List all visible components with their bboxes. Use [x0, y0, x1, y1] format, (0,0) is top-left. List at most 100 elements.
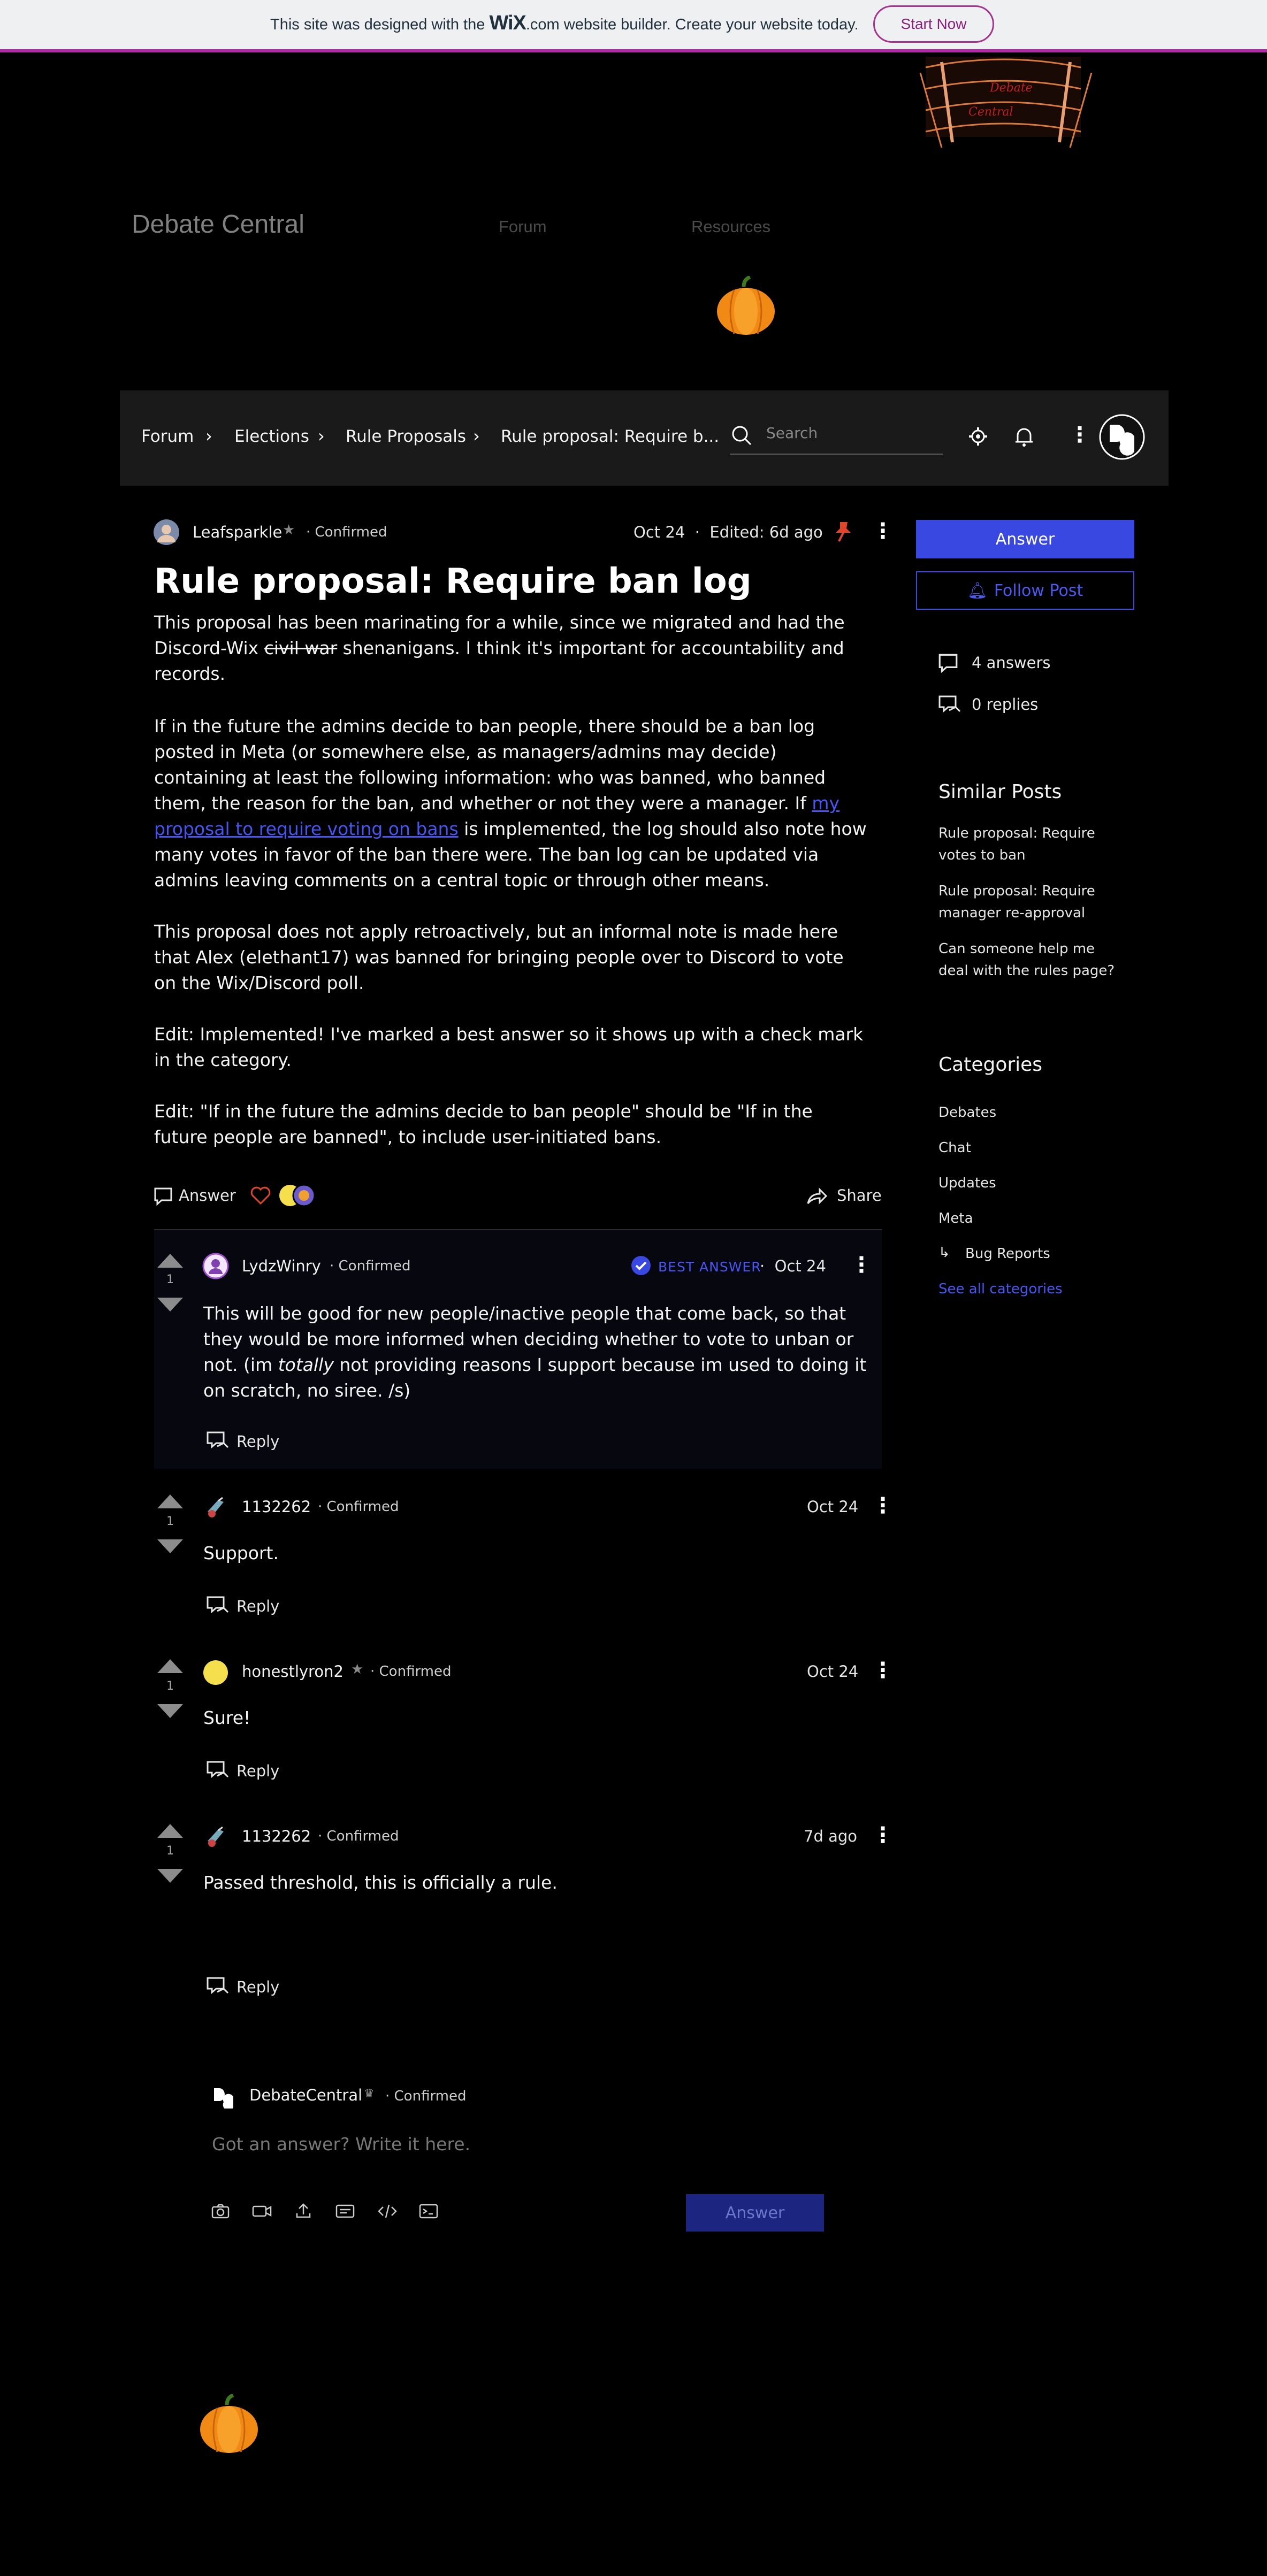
terminal-icon[interactable]	[418, 2203, 439, 2220]
upvote-button[interactable]	[157, 1494, 183, 1508]
downvote-button[interactable]	[157, 1539, 183, 1553]
bell-icon: 🔔︎	[967, 581, 988, 600]
answer-text: Passed threshold, this is officially a r…	[203, 1872, 558, 1893]
avatar[interactable]	[202, 1494, 229, 1521]
answer-author[interactable]: honestlyron2	[242, 1662, 344, 1681]
camera-icon[interactable]	[211, 2203, 230, 2220]
avatar[interactable]	[202, 1824, 229, 1851]
breadcrumb-forum[interactable]: Forum	[141, 427, 194, 446]
answer-date: Oct 24	[807, 1662, 859, 1681]
answer-more-icon[interactable]: ⋮	[872, 1493, 894, 1518]
share-icon[interactable]	[806, 1185, 827, 1206]
gif-icon[interactable]	[335, 2203, 355, 2220]
similar-post-link[interactable]: Can someone help me deal with the rules …	[938, 938, 1115, 982]
post-author[interactable]: Leafsparkle	[193, 523, 282, 541]
answer-author[interactable]: 1132262	[242, 1827, 311, 1845]
category-chat[interactable]: Chat	[938, 1137, 971, 1159]
svg-text:Central: Central	[968, 105, 1013, 119]
downvote-button[interactable]	[157, 1869, 183, 1883]
category-updates[interactable]: Updates	[938, 1172, 996, 1194]
reply-button[interactable]: Reply	[236, 1597, 279, 1615]
reply-button[interactable]: Reply	[236, 1432, 279, 1451]
chevron-right-icon: ›	[205, 426, 212, 446]
avatar[interactable]	[202, 1253, 229, 1279]
wix-logo: WiX	[489, 12, 526, 34]
submit-answer-button[interactable]: Answer	[686, 2194, 824, 2232]
gear-icon[interactable]	[967, 426, 989, 447]
post-paragraph: Edit: Implemented! I've marked a best an…	[154, 1024, 864, 1070]
category-meta[interactable]: Meta	[938, 1208, 973, 1230]
reply-icon[interactable]	[205, 1976, 229, 1996]
avatar[interactable]	[202, 1659, 229, 1686]
similar-post-link[interactable]: Rule proposal: Require votes to ban	[938, 823, 1115, 867]
downvote-button[interactable]	[157, 1298, 183, 1312]
subcategory-arrow-icon: ↳	[938, 1245, 950, 1261]
reply-icon[interactable]	[205, 1595, 229, 1615]
reactor-avatars[interactable]	[278, 1183, 317, 1208]
replies-count: 0 replies	[972, 695, 1039, 714]
answer-text: Sure!	[203, 1707, 251, 1728]
avatar[interactable]	[212, 2084, 236, 2109]
post-answer-link[interactable]: Answer	[179, 1186, 236, 1205]
post-paragraph: If in the future the admins decide to ba…	[154, 716, 867, 891]
answer-input[interactable]	[211, 2133, 641, 2155]
similar-post-link[interactable]: Rule proposal: Require manager re-approv…	[938, 880, 1115, 924]
category-bug-reports[interactable]: Bug Reports	[965, 1243, 1050, 1265]
author-status: · Confirmed	[318, 1828, 399, 1844]
category-debates[interactable]: Debates	[938, 1102, 996, 1124]
avatar[interactable]	[153, 519, 180, 546]
share-link[interactable]: Share	[837, 1186, 882, 1205]
upload-icon[interactable]	[294, 2202, 312, 2220]
vote-count: 1	[166, 1273, 174, 1286]
post-paragraph: This proposal does not apply retroactive…	[154, 921, 844, 993]
similar-posts-heading: Similar Posts	[938, 781, 1062, 803]
answer-text: This will be good for new people/inactiv…	[203, 1303, 867, 1401]
nav-forum[interactable]: Forum	[499, 217, 547, 236]
header-banner-image: Debate Central	[919, 57, 1093, 148]
answer-author[interactable]: LydzWinry	[242, 1257, 321, 1275]
reply-icon[interactable]	[205, 1430, 229, 1451]
check-circle-icon	[631, 1256, 651, 1275]
answer-more-icon[interactable]: ⋮	[872, 1823, 894, 1847]
star-icon: ★	[283, 522, 295, 538]
upvote-button[interactable]	[157, 1659, 183, 1673]
answer-author[interactable]: 1132262	[242, 1498, 311, 1516]
author-status: · Confirmed	[330, 1258, 411, 1274]
reply-button[interactable]: Reply	[236, 1978, 279, 1996]
author-status: · Confirmed	[306, 524, 387, 540]
answer-more-icon[interactable]: ⋮	[872, 1658, 894, 1683]
upvote-button[interactable]	[157, 1254, 183, 1268]
answer-date: Oct 24	[807, 1498, 859, 1516]
breadcrumb-current-post[interactable]: Rule proposal: Require b...	[501, 427, 719, 446]
more-options-icon[interactable]: ⋮	[1069, 423, 1090, 447]
answer-more-icon[interactable]: ⋮	[851, 1253, 872, 1277]
upvote-button[interactable]	[157, 1824, 183, 1838]
reply-icon	[938, 695, 961, 713]
bell-icon[interactable]	[1013, 425, 1035, 448]
search-input[interactable]	[765, 424, 938, 442]
breadcrumb-rule-proposals[interactable]: Rule Proposals	[346, 427, 466, 446]
video-icon[interactable]	[251, 2203, 273, 2220]
heart-icon[interactable]	[249, 1185, 272, 1206]
downvote-button[interactable]	[157, 1704, 183, 1718]
post-more-icon[interactable]: ⋮	[872, 519, 894, 543]
pumpkin-icon	[717, 276, 775, 335]
start-now-button[interactable]: Start Now	[873, 5, 994, 43]
follow-post-button[interactable]: 🔔︎ Follow Post	[916, 571, 1134, 610]
see-all-categories-link[interactable]: See all categories	[938, 1278, 1063, 1300]
breadcrumb-elections[interactable]: Elections	[234, 427, 309, 446]
code-icon[interactable]	[377, 2203, 398, 2220]
answer-date: · Oct 24	[760, 1257, 826, 1275]
avatar[interactable]	[1099, 414, 1145, 460]
chevron-right-icon: ›	[318, 426, 325, 446]
reply-icon[interactable]	[205, 1760, 229, 1780]
vote-count: 1	[166, 1680, 174, 1693]
nav-resources[interactable]: Resources	[691, 217, 770, 236]
answer-text: Support.	[203, 1543, 279, 1563]
comment-icon[interactable]	[153, 1186, 173, 1206]
answer-button[interactable]: Answer	[916, 520, 1134, 558]
pumpkin-icon	[200, 2394, 258, 2453]
site-title[interactable]: Debate Central	[132, 210, 304, 239]
reply-button[interactable]: Reply	[236, 1762, 279, 1780]
composer-author: DebateCentral	[249, 2086, 363, 2104]
